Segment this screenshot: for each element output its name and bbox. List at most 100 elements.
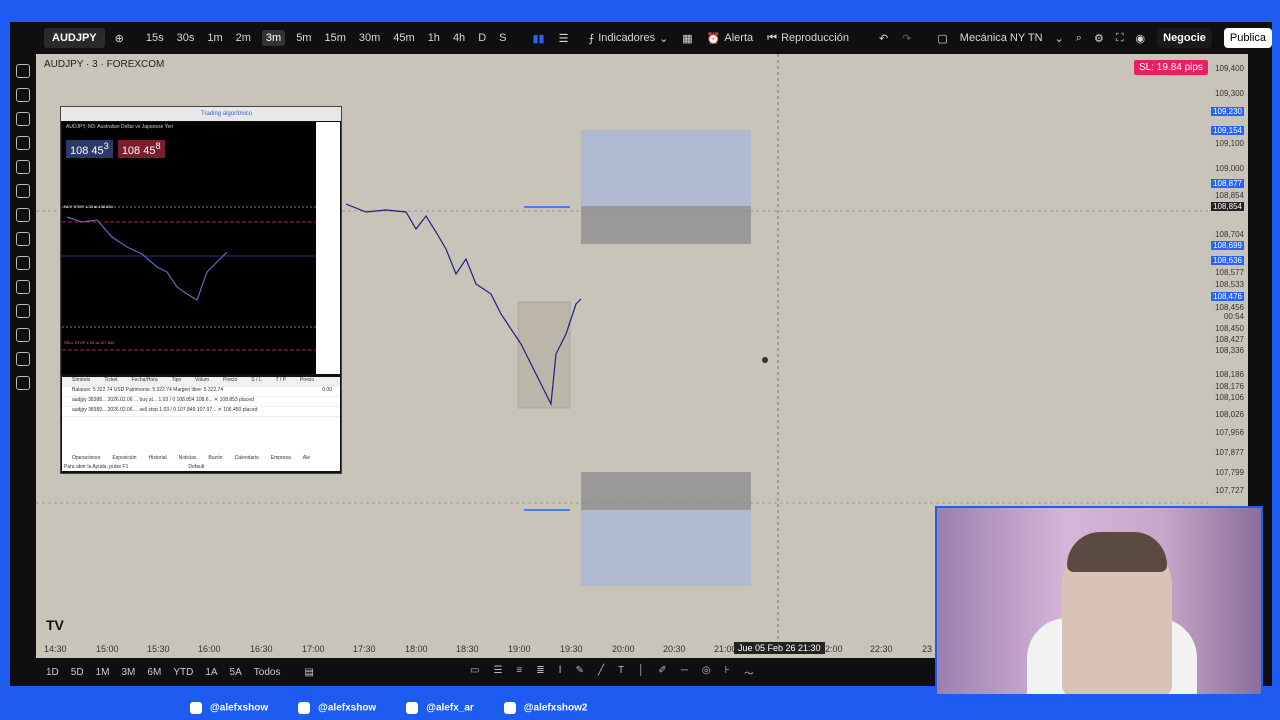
col-current-price[interactable]: Precio xyxy=(300,377,314,386)
tf-45m[interactable]: 45m xyxy=(391,30,416,46)
text-icon[interactable] xyxy=(16,160,30,174)
horizontal-line-icon[interactable]: ─ xyxy=(681,665,688,680)
social-item: @alefxshow xyxy=(190,702,268,714)
target-zone-upper xyxy=(581,130,751,206)
indicators-button[interactable]: ⨍ Indicadores ⌄ xyxy=(588,32,668,45)
col-tp[interactable]: T / P xyxy=(276,377,286,386)
range-5d[interactable]: 5D xyxy=(71,667,84,678)
range-3m[interactable]: 3M xyxy=(122,667,136,678)
undo-icon[interactable]: ↶ xyxy=(879,32,888,45)
range-6m[interactable]: 6M xyxy=(147,667,161,678)
zoom-in-icon[interactable] xyxy=(16,232,30,246)
template-dropdown[interactable]: Mecánica NY TN xyxy=(960,32,1043,44)
tab-operations[interactable]: Operaciones xyxy=(72,455,100,461)
crosshair-icon[interactable] xyxy=(16,64,30,78)
redo-icon[interactable]: ↷ xyxy=(902,32,911,45)
range-5a[interactable]: 5A xyxy=(230,667,242,678)
position-icon[interactable]: ⊦ xyxy=(725,665,730,680)
metatrader-window[interactable]: Trading algorítmico AUDJPY, M3: Australi… xyxy=(60,106,342,474)
lock-icon[interactable] xyxy=(16,328,30,342)
ruler-icon[interactable] xyxy=(16,208,30,222)
range-ytd[interactable]: YTD xyxy=(173,667,193,678)
replay-button[interactable]: ⏮ Reproducción xyxy=(767,32,849,45)
order-row[interactable]: audjpy 38388... 2026.02.06 ... buy st...… xyxy=(62,397,340,407)
tf-2m[interactable]: 2m xyxy=(234,30,253,46)
alert-button[interactable]: ⏰ Alerta xyxy=(707,32,753,45)
add-symbol-icon[interactable]: ⊕ xyxy=(115,32,124,45)
tf-3m[interactable]: 3m xyxy=(261,30,286,46)
pen-icon[interactable]: ✎ xyxy=(576,665,584,680)
fullscreen-icon[interactable]: ⛶ xyxy=(1116,32,1124,45)
fib-ext-icon[interactable]: ≣ xyxy=(536,665,544,680)
vertical-line-icon[interactable]: │ xyxy=(638,665,644,680)
range-1d[interactable]: 1D xyxy=(46,667,59,678)
col-volume[interactable]: Volum xyxy=(195,377,209,386)
price-label: 107,877 xyxy=(1215,448,1244,457)
chevron-down-icon[interactable]: ⌄ xyxy=(1055,32,1064,45)
text-icon[interactable]: T xyxy=(618,665,624,680)
tab-news[interactable]: Noticias xyxy=(179,455,197,461)
trash-icon[interactable] xyxy=(16,376,30,390)
col-ticket[interactable]: Ticket xyxy=(104,377,117,386)
range-1m[interactable]: 1M xyxy=(96,667,110,678)
tab-mailbox[interactable]: Buzón xyxy=(208,455,222,461)
tf-4h[interactable]: 4h xyxy=(451,30,467,46)
bar-type-icon[interactable]: ☰ xyxy=(559,32,569,45)
time-label: 14:30 xyxy=(44,644,67,654)
brush-tool-icon[interactable]: ✐ xyxy=(658,665,666,680)
rectangle-icon[interactable]: ▭ xyxy=(470,665,479,680)
zoom-out-icon[interactable] xyxy=(16,256,30,270)
tf-15s[interactable]: 15s xyxy=(144,30,166,46)
trendline-icon[interactable] xyxy=(16,88,30,102)
tf-1h[interactable]: 1h xyxy=(426,30,442,46)
pencil-lock-icon[interactable] xyxy=(16,304,30,318)
trendline-tool-icon[interactable]: ╱ xyxy=(598,665,604,680)
tab-history[interactable]: Historial xyxy=(149,455,167,461)
search-icon[interactable]: ⌕ xyxy=(1076,32,1082,45)
emoji-icon[interactable] xyxy=(16,184,30,198)
tab-exposure[interactable]: Exposición xyxy=(112,455,136,461)
path-icon[interactable]: 〜 xyxy=(744,665,754,680)
publish-button[interactable]: Publica xyxy=(1223,28,1272,48)
tf-30s[interactable]: 30s xyxy=(175,30,197,46)
col-symbol[interactable]: Símbolo xyxy=(72,377,90,386)
magnet-icon[interactable] xyxy=(16,280,30,294)
col-sl[interactable]: S / L xyxy=(251,377,261,386)
layout-grid-icon[interactable]: ▦ xyxy=(682,32,692,45)
fib-icon[interactable] xyxy=(16,112,30,126)
price-label: 107,956 xyxy=(1215,428,1244,437)
order-row[interactable]: audjpy 38389... 2026.02.06 ... sell stop… xyxy=(62,407,340,417)
tab-calendar[interactable]: Calendario xyxy=(235,455,259,461)
col-type[interactable]: Tipo xyxy=(172,377,182,386)
price-label: 108,176 xyxy=(1215,382,1244,391)
eye-icon[interactable] xyxy=(16,352,30,366)
tab-alerts[interactable]: Ale xyxy=(303,455,310,461)
symbol-search-button[interactable]: AUDJPY xyxy=(44,28,105,48)
tf-1m[interactable]: 1m xyxy=(205,30,224,46)
settings-icon[interactable]: ⚙ xyxy=(1094,32,1104,45)
tf-d[interactable]: D xyxy=(476,30,488,46)
time-label: 17:30 xyxy=(353,644,376,654)
tf-5m[interactable]: 5m xyxy=(294,30,313,46)
tf-s[interactable]: S xyxy=(497,30,508,46)
calendar-icon[interactable]: ▤ xyxy=(304,667,313,678)
layout-square-icon[interactable]: ▢ xyxy=(937,32,947,45)
balance-row: Balance: 5 322.74 USD Patrimonio: 5 322.… xyxy=(62,387,340,397)
lines-icon[interactable]: ☰ xyxy=(493,665,502,680)
range-all[interactable]: Todos xyxy=(254,667,281,678)
fib-retrace-icon[interactable]: ≡ xyxy=(516,665,522,680)
trade-button[interactable]: Negocie xyxy=(1157,28,1212,48)
tf-30m[interactable]: 30m xyxy=(357,30,382,46)
camera-icon[interactable]: ◉ xyxy=(1136,32,1146,45)
col-price[interactable]: Precio xyxy=(223,377,237,386)
time-axis[interactable]: 14:30 15:00 15:30 16:00 16:30 17:00 17:3… xyxy=(36,640,936,658)
tab-company[interactable]: Empresa xyxy=(271,455,291,461)
algo-trading-label[interactable]: Trading algorítmico xyxy=(201,111,252,117)
tf-15m[interactable]: 15m xyxy=(322,30,347,46)
brush-icon[interactable] xyxy=(16,136,30,150)
range-1a[interactable]: 1A xyxy=(205,667,217,678)
target-icon[interactable]: ◎ xyxy=(702,665,711,680)
candle-type-icon[interactable]: ▮▮ xyxy=(532,32,544,45)
col-datetime[interactable]: Fecha/Hora xyxy=(132,377,158,386)
text-tool-icon[interactable]: Ⅰ xyxy=(559,665,562,680)
